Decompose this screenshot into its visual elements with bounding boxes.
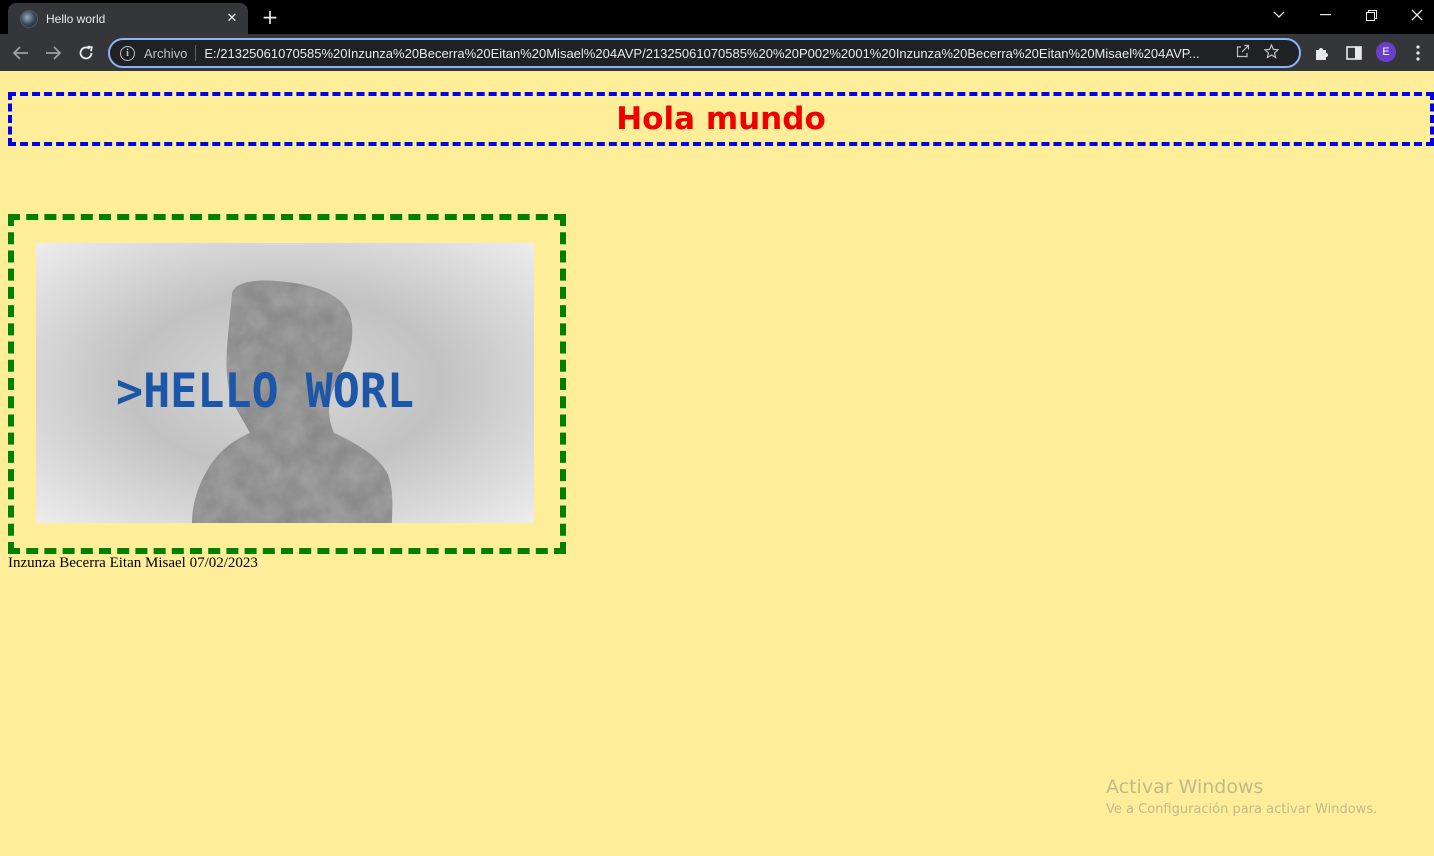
- side-panel-icon[interactable]: [1343, 42, 1365, 64]
- url-text[interactable]: E:/21325061070585%20Inzunza%20Becerra%20…: [204, 46, 1229, 61]
- tab-title: Hello world: [46, 11, 106, 26]
- page-heading: Hola mundo: [616, 101, 826, 137]
- tab-hello-world[interactable]: Hello world ✕: [8, 3, 248, 34]
- heading-container: Hola mundo: [8, 92, 1434, 146]
- close-window-icon[interactable]: [1394, 0, 1434, 30]
- profile-avatar[interactable]: E: [1376, 42, 1396, 62]
- back-arrow-icon[interactable]: [8, 40, 34, 66]
- scheme-label: Archivo: [144, 45, 188, 61]
- image-frame: >HELLO WORL: [8, 214, 566, 554]
- new-tab-button[interactable]: +: [258, 6, 282, 28]
- browser-toolbar: i Archivo E:/21325061070585%20Inzunza%20…: [0, 34, 1434, 71]
- tab-strip: Hello world ✕ +: [0, 0, 1434, 34]
- close-tab-icon[interactable]: ✕: [222, 9, 242, 29]
- restore-icon[interactable]: [1348, 0, 1394, 30]
- bookmark-star-icon[interactable]: [1257, 42, 1285, 63]
- site-info-icon[interactable]: i: [120, 45, 135, 61]
- extensions-puzzle-icon[interactable]: [1311, 42, 1333, 64]
- address-bar[interactable]: i Archivo E:/21325061070585%20Inzunza%20…: [108, 38, 1301, 68]
- image-text: >HELLO WORL: [116, 364, 414, 419]
- share-icon[interactable]: [1229, 44, 1257, 62]
- windows-activation-title: Activar Windows: [1106, 776, 1264, 798]
- windows-activation-subtitle: Ve a Configuración para activar Windows.: [1106, 802, 1378, 817]
- forward-arrow-icon[interactable]: [40, 40, 66, 66]
- minimize-icon[interactable]: [1302, 0, 1348, 30]
- page-favicon-icon: [20, 9, 38, 28]
- menu-kebab-icon[interactable]: [1407, 42, 1429, 64]
- reload-icon[interactable]: [73, 40, 99, 66]
- tab-search-chevron-icon[interactable]: [1256, 0, 1302, 30]
- hello-world-image: >HELLO WORL: [36, 243, 534, 523]
- omnibox-divider: [195, 45, 197, 61]
- author-caption: Inzunza Becerra Eitan Misael 07/02/2023: [8, 555, 258, 571]
